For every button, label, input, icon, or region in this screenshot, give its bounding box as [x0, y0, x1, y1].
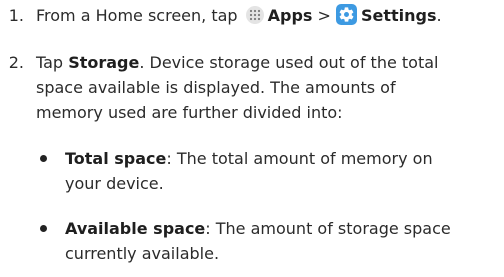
step-1: 1. From a Home screen, tap Apps > Setting… — [0, 3, 504, 28]
bullet-available-space-line-1: Available space: The amount of storage s… — [65, 216, 504, 241]
step-1-separator: > — [317, 6, 331, 25]
total-space-desc-2: your device. — [65, 174, 164, 193]
storage-label: Storage — [68, 53, 140, 72]
step-2-line-2: space available is displayed. The amount… — [36, 78, 396, 97]
step-2-line-1: Tap Storage. Device storage used out of … — [36, 50, 502, 75]
available-space-term: Available space — [65, 219, 206, 238]
available-space-desc-2: currently available. — [65, 244, 220, 263]
bullet-available-space-text: Available space: The amount of storage s… — [65, 216, 504, 266]
step-1-prefix: From a Home screen, tap — [36, 6, 243, 25]
bullet-available-space: Available space: The amount of storage s… — [40, 216, 504, 266]
total-space-desc-1: : The total amount of memory on — [166, 149, 433, 168]
instructions-page: 1. From a Home screen, tap Apps > Setting… — [0, 0, 504, 277]
step-1-suffix: . — [436, 6, 442, 25]
step-1-number: 1. — [8, 6, 24, 25]
bullet-total-space: Total space: The total amount of memory … — [40, 146, 504, 196]
apps-grid-icon — [245, 6, 264, 24]
step-2: 2. Tap Storage. Device storage used out … — [0, 50, 504, 125]
bullet-dot — [40, 225, 47, 232]
bullet-total-space-text: Total space: The total amount of memory … — [65, 146, 504, 196]
step-2-tap: Tap — [36, 53, 64, 72]
step-1-text: From a Home screen, tap Apps > Settings. — [36, 3, 442, 28]
step-2-line-3: memory used are further divided into: — [36, 103, 343, 122]
total-space-term: Total space — [65, 149, 167, 168]
step-2-text: Tap Storage. Device storage used out of … — [36, 50, 502, 125]
step-2-number: 2. — [8, 53, 24, 72]
bullet-dot — [40, 155, 47, 162]
bullet-total-space-line-1: Total space: The total amount of memory … — [65, 146, 504, 171]
available-space-desc-1: : The amount of storage space — [205, 219, 451, 238]
settings-gear-icon — [335, 4, 357, 25]
step-2-line-1-rest: . Device storage used out of the total — [139, 53, 439, 72]
apps-label: Apps — [267, 6, 313, 25]
settings-label: Settings — [360, 6, 437, 25]
